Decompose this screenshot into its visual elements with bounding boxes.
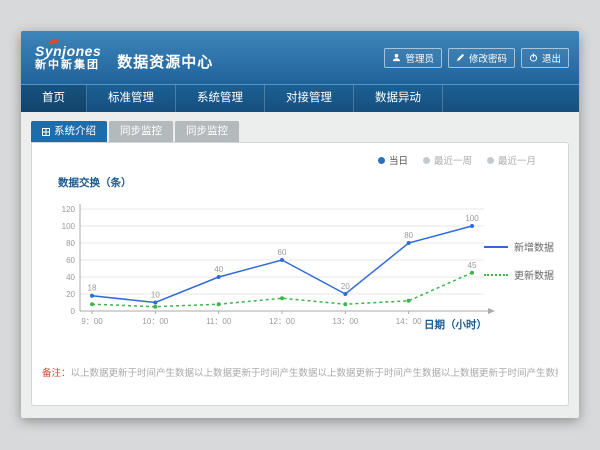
period-dot-last-month [487,157,494,164]
period-legend: 当日 最近一周 最近一月 [378,153,536,167]
svg-text:60: 60 [66,256,75,265]
svg-text:12：00: 12：00 [269,317,295,326]
change-password-label: 修改密码 [469,51,507,65]
nav-item-home[interactable]: 首页 [21,85,87,112]
logo: Synjones 新中新集团 [35,43,101,72]
svg-text:0: 0 [71,307,76,316]
svg-text:60: 60 [278,248,287,257]
change-password-button[interactable]: 修改密码 [448,48,515,68]
period-option-last-week[interactable]: 最近一周 [423,153,472,167]
svg-text:10: 10 [151,291,160,300]
nav-item-standard-mgmt[interactable]: 标准管理 [87,85,176,112]
power-icon [529,53,538,62]
brand-name-text: Synjones [35,43,101,59]
legend-item-updated-data[interactable]: 更新数据 [484,267,554,282]
svg-text:9：00: 9：00 [81,317,103,326]
svg-text:120: 120 [62,205,76,214]
app-header: Synjones 新中新集团 数据资源中心 管理员 修改密码 [21,31,579,84]
period-today-label: 当日 [389,153,408,167]
tab-bar: 系统介绍 同步监控 同步监控 [31,121,569,142]
svg-text:18: 18 [88,284,97,293]
brand-company-name: 新中新集团 [35,59,101,72]
logout-button[interactable]: 退出 [521,48,569,68]
svg-text:40: 40 [66,273,75,282]
svg-text:20: 20 [341,282,350,291]
svg-text:80: 80 [66,239,75,248]
pencil-icon [456,53,465,62]
main-nav: 首页 标准管理 系统管理 对接管理 数据异动 [21,84,579,112]
period-last-week-label: 最近一周 [434,153,472,167]
series-legend: 新增数据 更新数据 [484,239,554,282]
legend-line-updated-data [484,274,508,276]
grid-icon [42,128,50,136]
tab-system-intro[interactable]: 系统介绍 [31,121,107,142]
period-dot-last-week [423,157,430,164]
tab-sync-monitor-1[interactable]: 同步监控 [109,121,173,142]
chart-panel: 当日 最近一周 最近一月 数据交换（条） 0 20 40 60 80 100 120 9：00… [31,142,569,406]
svg-text:14：00: 14：00 [396,317,422,326]
tab-system-intro-label: 系统介绍 [54,121,96,142]
content-area: 系统介绍 同步监控 同步监控 当日 最近一周 [21,112,579,418]
tab-sync-monitor-1-label: 同步监控 [120,121,162,142]
tab-sync-monitor-2-label: 同步监控 [186,121,228,142]
period-dot-today [378,157,385,164]
svg-text:40: 40 [214,265,223,274]
svg-text:11：00: 11：00 [206,317,232,326]
user-icon [392,53,401,62]
logout-label: 退出 [542,51,561,65]
svg-text:100: 100 [465,214,479,223]
app-window: Synjones 新中新集团 数据资源中心 管理员 修改密码 [21,31,579,418]
nav-item-connect-mgmt[interactable]: 对接管理 [265,85,354,112]
x-axis-title: 日期（小时） [424,317,487,332]
nav-item-data-change[interactable]: 数据异动 [354,85,443,112]
legend-item-new-data[interactable]: 新增数据 [484,239,554,254]
footer-note: 备注：以上数据更新于时间产生数据以上数据更新于时间产生数据以上数据更新于时间产生… [42,365,558,379]
footer-note-label: 备注： [42,368,71,379]
svg-text:100: 100 [62,222,76,231]
nav-item-system-mgmt[interactable]: 系统管理 [176,85,265,112]
period-option-last-month[interactable]: 最近一月 [487,153,536,167]
legend-line-new-data [484,246,508,248]
footer-note-text: 以上数据更新于时间产生数据以上数据更新于时间产生数据以上数据更新于时间产生数据以… [71,368,558,379]
admin-button-label: 管理员 [405,51,434,65]
y-axis-title: 数据交换（条） [58,175,132,190]
legend-updated-data-label: 更新数据 [514,267,554,282]
legend-new-data-label: 新增数据 [514,239,554,254]
svg-text:80: 80 [404,231,413,240]
brand-name: Synjones [35,43,101,59]
page-title: 数据资源中心 [117,51,213,72]
period-option-today[interactable]: 当日 [378,153,408,167]
svg-text:10：00: 10：00 [142,317,168,326]
period-last-month-label: 最近一月 [498,153,536,167]
svg-text:45: 45 [468,261,477,270]
svg-text:20: 20 [66,290,75,299]
admin-button[interactable]: 管理员 [384,48,442,68]
header-actions: 管理员 修改密码 退出 [384,48,569,68]
tab-sync-monitor-2[interactable]: 同步监控 [175,121,239,142]
svg-text:13：00: 13：00 [332,317,358,326]
